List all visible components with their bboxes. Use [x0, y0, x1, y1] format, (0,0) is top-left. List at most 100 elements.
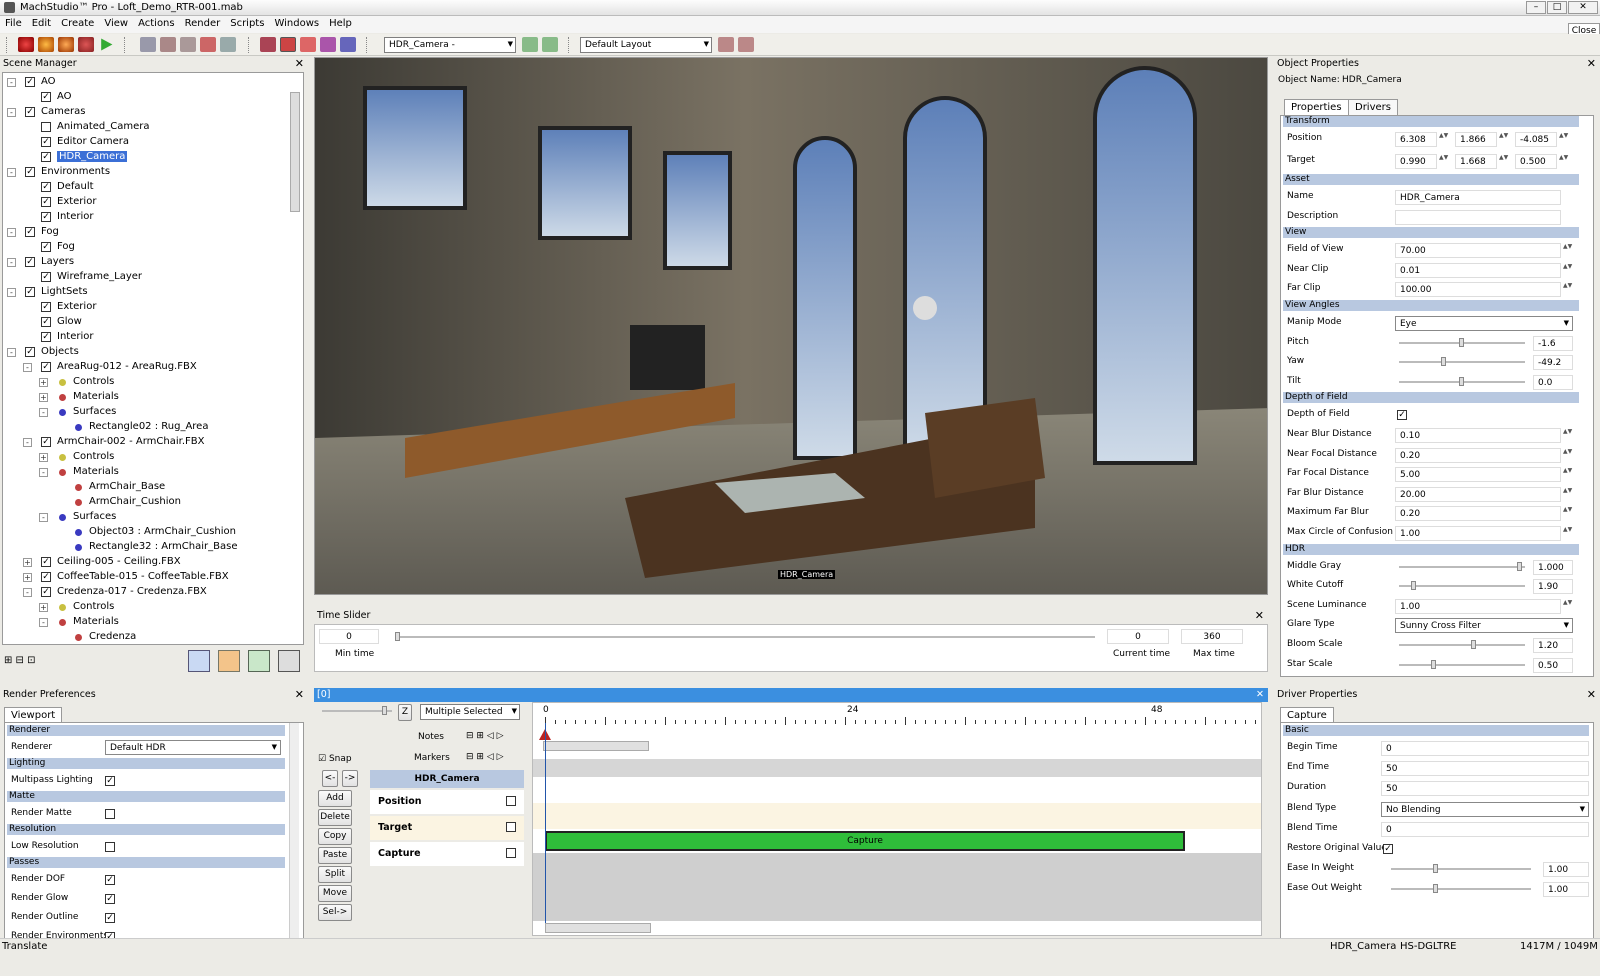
property-slider[interactable]: [1399, 376, 1525, 386]
close-icon[interactable]: ✕: [295, 57, 304, 70]
collapse-icon[interactable]: -: [7, 228, 16, 237]
tree-item[interactable]: + ✓ CoffeeTable-015 - CoffeeTable.FBX: [3, 570, 293, 585]
pref-checkbox[interactable]: ✓: [105, 875, 115, 885]
spinner-icon[interactable]: ▲▼: [1563, 428, 1572, 443]
vector-field[interactable]: 0.990: [1395, 154, 1437, 169]
vector-field[interactable]: 1.668: [1455, 154, 1497, 169]
section-header[interactable]: HDR: [1283, 543, 1579, 555]
visibility-checkbox[interactable]: ✓: [41, 317, 51, 327]
collapse-icon[interactable]: -: [7, 78, 16, 87]
spinner-icon[interactable]: ▲▼: [1499, 132, 1508, 147]
timeline-delete-button[interactable]: Delete: [318, 809, 352, 826]
tree-item[interactable]: + Controls: [3, 450, 293, 465]
vector-field[interactable]: 1.866: [1455, 132, 1497, 147]
collapse-icon[interactable]: -: [23, 438, 32, 447]
vector-field[interactable]: -4.085: [1515, 132, 1557, 147]
track-row[interactable]: Capture: [370, 842, 524, 866]
tree-expand-controls[interactable]: ⊞ ⊟ ⊡: [4, 655, 36, 666]
tree-item[interactable]: - ✓ Fog: [3, 225, 293, 240]
scale-icon[interactable]: [180, 37, 196, 52]
track-row[interactable]: Position: [370, 790, 524, 814]
collapse-icon[interactable]: -: [23, 363, 32, 372]
tree-item[interactable]: ✓ Interior: [3, 210, 293, 225]
spinner-icon[interactable]: ▲▼: [1563, 448, 1572, 463]
track-checkbox[interactable]: [506, 848, 516, 858]
tree-item[interactable]: ✓ Exterior: [3, 195, 293, 210]
tab-drivers[interactable]: Drivers: [1348, 99, 1398, 115]
menu-windows[interactable]: Windows: [269, 16, 324, 29]
visibility-checkbox[interactable]: ✓: [41, 572, 51, 582]
pencil-icon[interactable]: [188, 650, 210, 672]
close-icon[interactable]: ✕: [295, 688, 304, 701]
zoom-slider[interactable]: [322, 706, 392, 715]
visibility-checkbox[interactable]: ✓: [41, 587, 51, 597]
layout-save-icon[interactable]: [718, 37, 734, 52]
property-field[interactable]: HDR_Camera: [1395, 190, 1561, 205]
prefs-scrollbar[interactable]: [289, 723, 299, 949]
tree-item[interactable]: Object03 : ArmChair_Cushion: [3, 525, 293, 540]
visibility-checkbox[interactable]: ✓: [41, 212, 51, 222]
collapse-icon[interactable]: -: [7, 288, 16, 297]
quality-2-icon[interactable]: [58, 37, 74, 52]
property-combo[interactable]: Sunny Cross Filter ▼: [1395, 618, 1573, 634]
menu-help[interactable]: Help: [324, 16, 357, 29]
section-header[interactable]: Lighting: [7, 758, 285, 769]
property-field[interactable]: 100.00: [1395, 282, 1561, 298]
play-icon[interactable]: [101, 38, 113, 51]
property-field[interactable]: 0.20: [1395, 506, 1561, 522]
markers-controls[interactable]: ⊟ ⊞ ◁ ▷: [466, 752, 504, 762]
driver-slider[interactable]: [1391, 864, 1531, 874]
collapse-icon[interactable]: -: [7, 168, 16, 177]
z-button[interactable]: Z: [398, 704, 412, 721]
visibility-checkbox[interactable]: ✓: [41, 137, 51, 147]
stop-icon[interactable]: [78, 37, 94, 52]
visibility-checkbox[interactable]: ✓: [41, 362, 51, 372]
tree-item[interactable]: Rectangle32 : ArmChair_Base: [3, 540, 293, 555]
tree-item[interactable]: Rectangle02 : Rug_Area: [3, 420, 293, 435]
spinner-icon[interactable]: ▲▼: [1563, 487, 1572, 502]
object-icon[interactable]: [260, 37, 276, 52]
menu-create[interactable]: Create: [56, 16, 99, 29]
visibility-checkbox[interactable]: [41, 122, 51, 132]
property-slider[interactable]: [1399, 659, 1525, 669]
menu-scripts[interactable]: Scripts: [225, 16, 269, 29]
pref-checkbox[interactable]: ✓: [105, 913, 115, 923]
tree-item[interactable]: ✓ AO: [3, 90, 293, 105]
visibility-checkbox[interactable]: ✓: [41, 92, 51, 102]
layout-delete-icon[interactable]: [738, 37, 754, 52]
tree-item[interactable]: + Controls: [3, 600, 293, 615]
visibility-checkbox[interactable]: ✓: [41, 437, 51, 447]
vector-field[interactable]: 0.500: [1515, 154, 1557, 169]
property-field[interactable]: -49.2: [1533, 355, 1573, 371]
close-icon[interactable]: ✕: [1255, 609, 1264, 622]
tree-item[interactable]: ArmChair_Cushion: [3, 495, 293, 510]
pref-checkbox[interactable]: [105, 842, 115, 852]
close-icon[interactable]: ✕: [1256, 689, 1264, 700]
material-icon[interactable]: [300, 37, 316, 52]
expand-icon[interactable]: +: [23, 558, 32, 567]
spinner-icon[interactable]: ▲▼: [1499, 154, 1508, 169]
section-header[interactable]: View: [1283, 227, 1579, 239]
visibility-checkbox[interactable]: ✓: [25, 107, 35, 117]
spinner-icon[interactable]: ▲▼: [1563, 599, 1572, 614]
tree-item[interactable]: - Materials: [3, 465, 293, 480]
property-field[interactable]: 5.00: [1395, 467, 1561, 483]
property-slider[interactable]: [1399, 581, 1525, 591]
tree-item[interactable]: - ✓ Cameras: [3, 105, 293, 120]
pref-checkbox[interactable]: [105, 809, 115, 819]
spinner-icon[interactable]: ▲▼: [1559, 154, 1568, 169]
tree-scrollbar[interactable]: [290, 92, 300, 212]
collapse-icon[interactable]: -: [7, 108, 16, 117]
pref-checkbox[interactable]: ✓: [105, 894, 115, 904]
render-icon[interactable]: [18, 37, 34, 52]
nav-next-button[interactable]: ->: [342, 770, 358, 787]
section-header[interactable]: Asset: [1283, 174, 1579, 185]
tree-item[interactable]: ✓ Wireframe_Layer: [3, 270, 293, 285]
notes-controls[interactable]: ⊟ ⊞ ◁ ▷: [466, 731, 504, 741]
camera-settings-icon[interactable]: [522, 37, 538, 52]
camera-select[interactable]: HDR_Camera - ▼: [384, 37, 516, 53]
visibility-checkbox[interactable]: ✓: [25, 227, 35, 237]
property-slider[interactable]: [1399, 640, 1525, 649]
visibility-checkbox[interactable]: ✓: [25, 347, 35, 357]
expand-icon[interactable]: +: [23, 573, 32, 582]
